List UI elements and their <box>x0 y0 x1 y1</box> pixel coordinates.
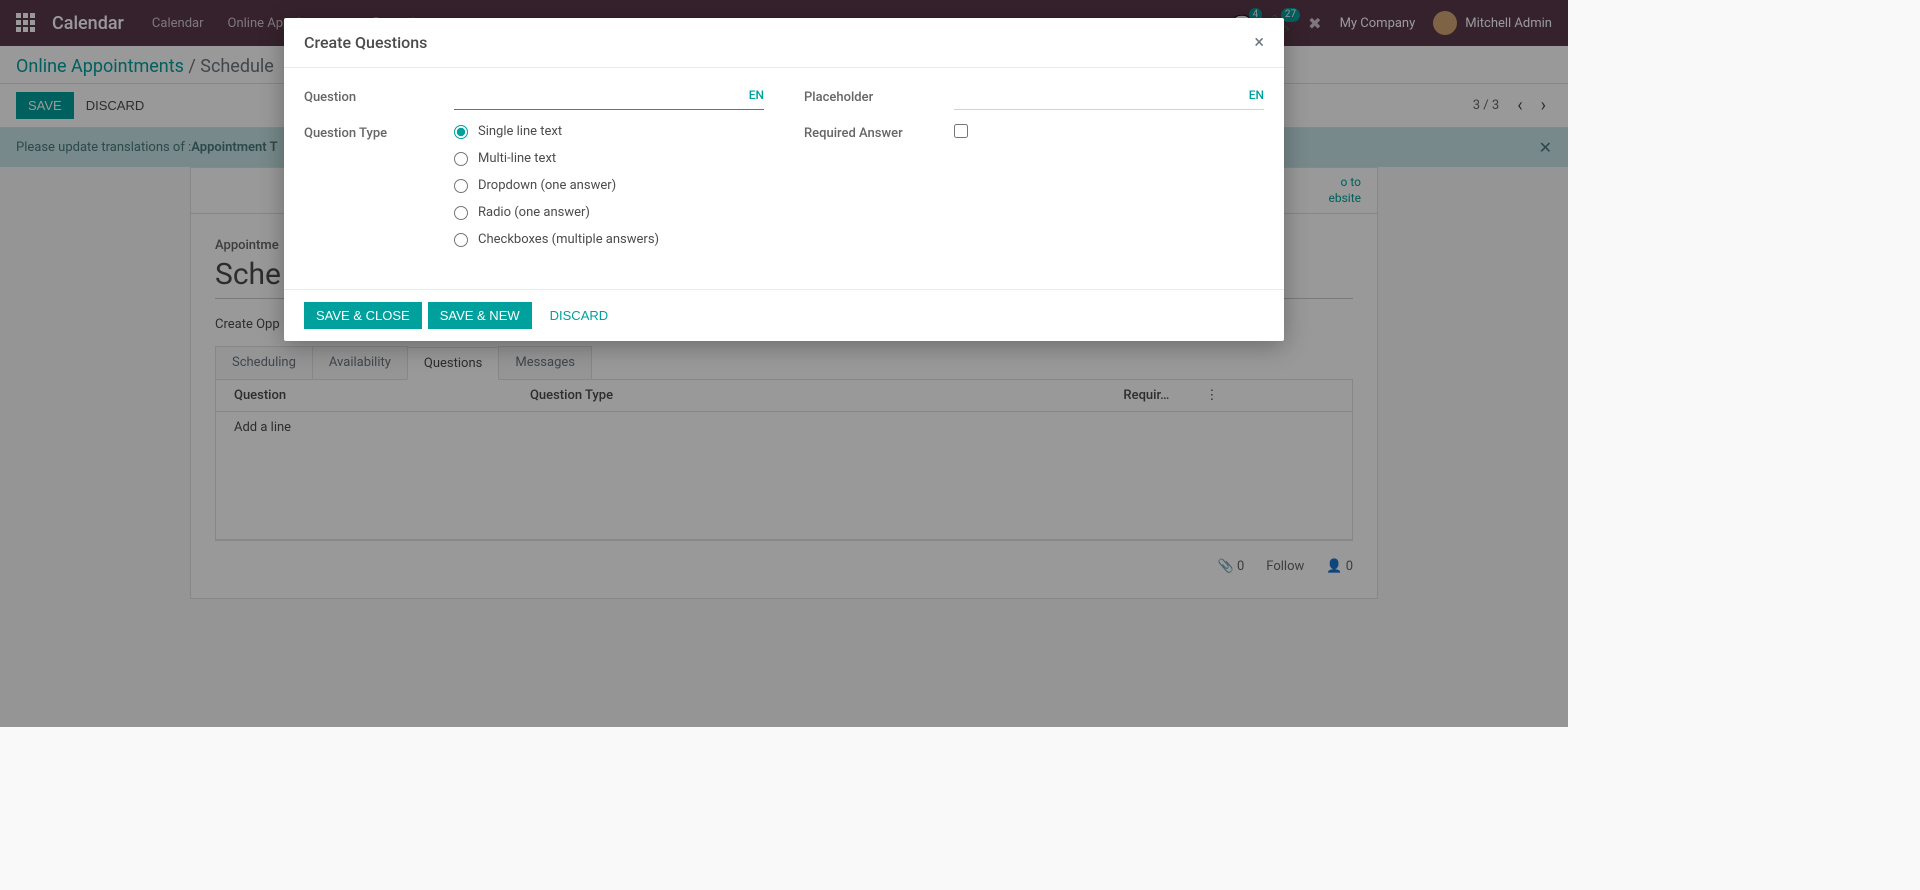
required-checkbox[interactable] <box>954 124 968 138</box>
radio-radio[interactable]: Radio (one answer) <box>454 205 764 220</box>
modal-body: Question EN Question Type Single line te… <box>284 68 1284 289</box>
save-new-button[interactable]: Save & New <box>428 302 532 329</box>
label-question-type: Question Type <box>304 124 454 141</box>
save-close-button[interactable]: Save & Close <box>304 302 422 329</box>
modal-header: Create Questions × <box>284 18 1284 68</box>
modal-footer: Save & Close Save & New Discard <box>284 289 1284 341</box>
question-input[interactable] <box>454 88 764 110</box>
radio-dropdown[interactable]: Dropdown (one answer) <box>454 178 764 193</box>
label-placeholder: Placeholder <box>804 88 954 105</box>
label-question: Question <box>304 88 454 105</box>
question-type-radios: Single line text Multi-line text Dropdow… <box>454 124 764 247</box>
question-lang-tag[interactable]: EN <box>749 88 764 102</box>
radio-multi-line[interactable]: Multi-line text <box>454 151 764 166</box>
radio-single-line[interactable]: Single line text <box>454 124 764 139</box>
modal-discard-button[interactable]: Discard <box>538 302 621 329</box>
placeholder-lang-tag[interactable]: EN <box>1249 88 1264 102</box>
placeholder-input[interactable] <box>954 88 1264 110</box>
modal-title: Create Questions <box>304 33 427 52</box>
modal-close-icon[interactable]: × <box>1254 32 1264 53</box>
label-required: Required Answer <box>804 124 954 141</box>
create-questions-modal: Create Questions × Question EN Question … <box>284 18 1284 341</box>
modal-overlay[interactable]: Create Questions × Question EN Question … <box>0 0 1568 727</box>
radio-checkboxes[interactable]: Checkboxes (multiple answers) <box>454 232 764 247</box>
